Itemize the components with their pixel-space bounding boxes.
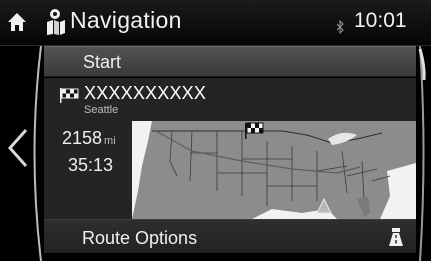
route-options-button[interactable]: Route Options <box>44 219 416 253</box>
bluetooth-icon <box>336 20 344 34</box>
route-map <box>132 121 416 219</box>
start-button[interactable]: Start <box>44 46 416 77</box>
travel-time: 35:13 <box>68 155 114 175</box>
page-title: Navigation <box>70 7 182 33</box>
route-options-label: Route Options <box>82 228 198 248</box>
checkered-flag-icon <box>60 88 79 103</box>
header-bar: Navigation 10:01 <box>0 0 431 46</box>
distance-readout: 2158 mi <box>62 128 116 149</box>
road-icon <box>389 228 403 246</box>
home-icon[interactable] <box>7 12 27 32</box>
clock: 10:01 <box>354 9 407 32</box>
distance-unit: mi <box>104 135 116 147</box>
back-button[interactable] <box>2 126 34 170</box>
destination-city: Seattle <box>84 104 119 116</box>
destination-panel: XXXXXXXXXX Seattle 2158 mi 35:13 <box>44 78 416 219</box>
navigation-icon <box>47 9 65 35</box>
scrollbar[interactable] <box>418 46 431 261</box>
distance-value: 2158 <box>62 128 103 148</box>
destination-name: XXXXXXXXXX <box>84 83 207 103</box>
map-destination-flag <box>245 122 264 139</box>
start-label: Start <box>83 52 122 72</box>
